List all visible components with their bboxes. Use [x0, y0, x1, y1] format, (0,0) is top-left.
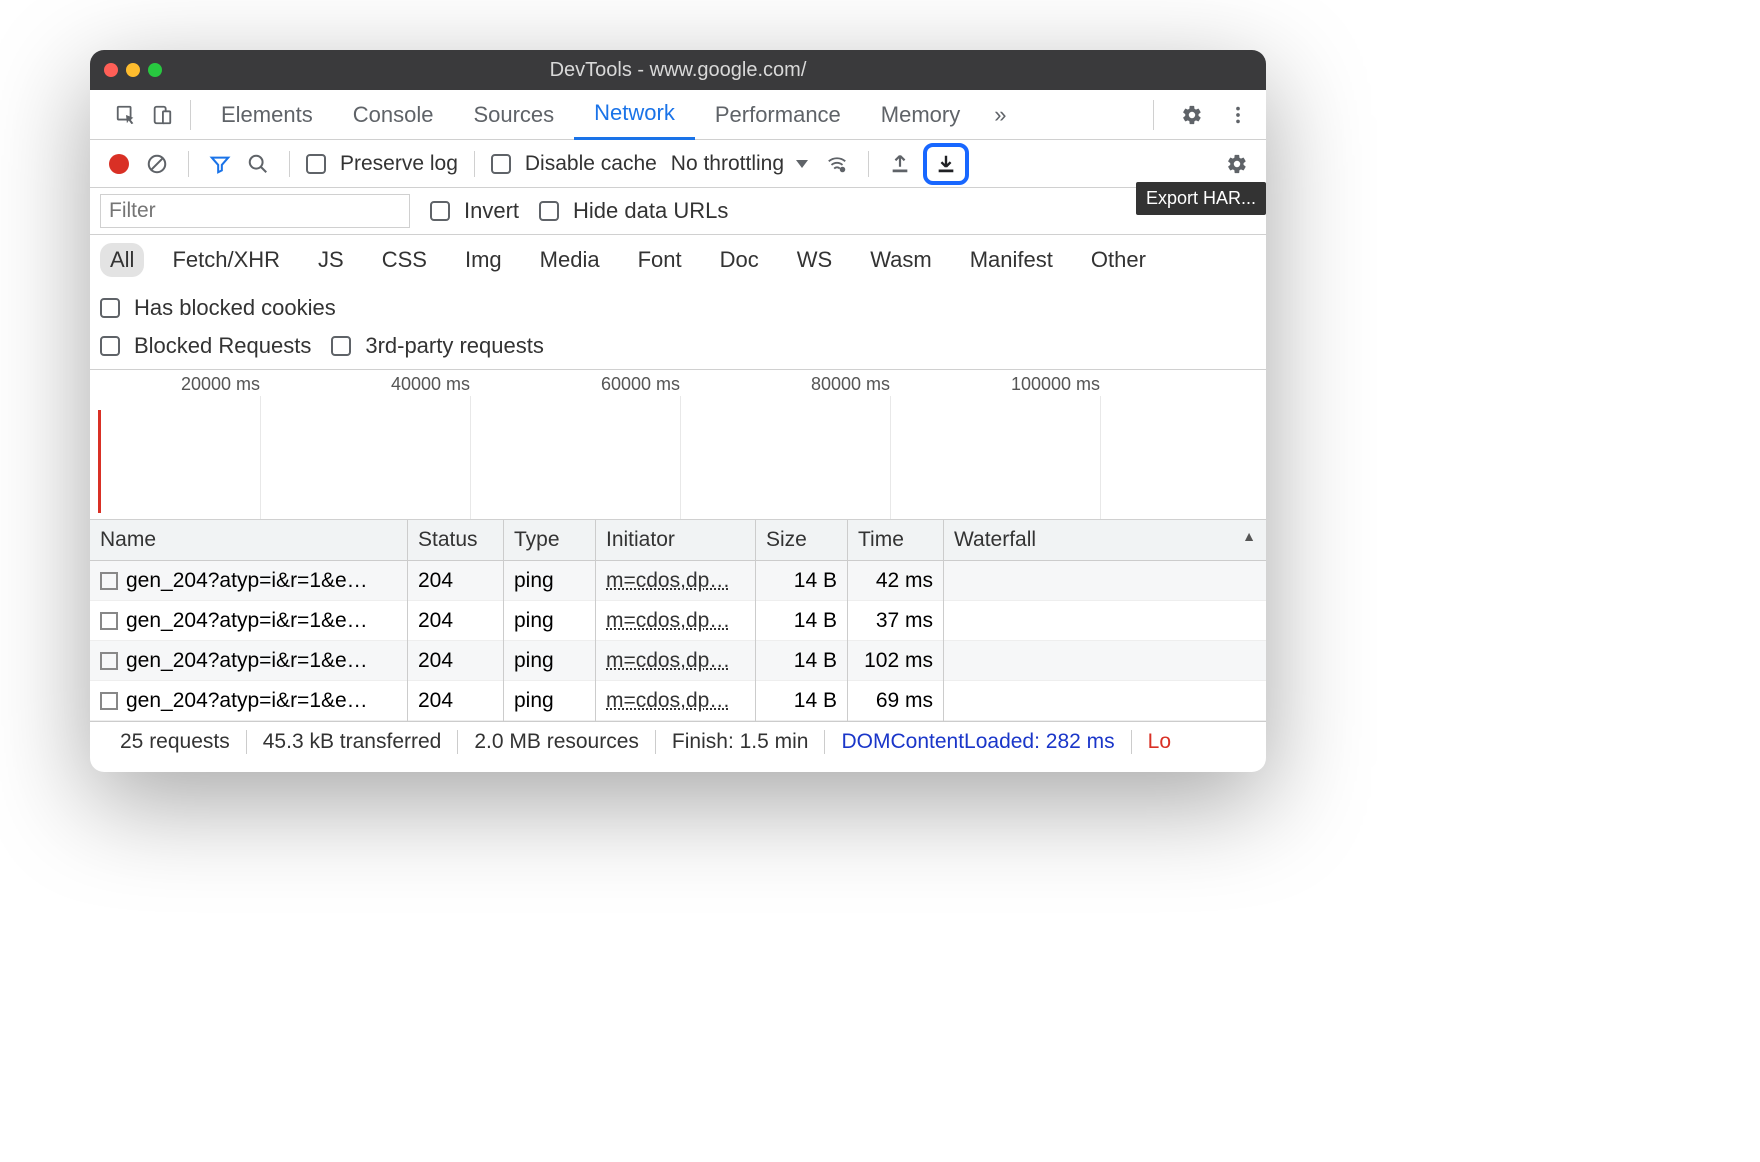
- preserve-log-label: Preserve log: [340, 152, 458, 176]
- clear-button[interactable]: [142, 149, 172, 179]
- export-har-highlight: [923, 143, 969, 185]
- devtools-window: DevTools - www.google.com/ ElementsConso…: [90, 50, 1266, 772]
- table-row[interactable]: gen_204?atyp=i&r=1&e…204pingm=cdos,dp…14…: [90, 641, 1266, 681]
- table-header: Name Status Type Initiator Size Time Wat…: [90, 520, 1266, 561]
- tab-sources[interactable]: Sources: [453, 90, 574, 140]
- timeline-tick: 60000 ms: [601, 374, 680, 395]
- file-icon: [100, 612, 118, 630]
- filter-icon[interactable]: [205, 149, 235, 179]
- filter-chip-manifest[interactable]: Manifest: [960, 243, 1063, 277]
- blocked-requests-checkbox[interactable]: Blocked Requests: [100, 333, 311, 359]
- file-icon: [100, 692, 118, 710]
- filter-input[interactable]: [100, 194, 410, 228]
- filter-chip-wasm[interactable]: Wasm: [860, 243, 942, 277]
- third-party-label: 3rd-party requests: [365, 333, 544, 359]
- preserve-log-checkbox[interactable]: Preserve log: [306, 152, 458, 176]
- network-conditions-icon[interactable]: [822, 149, 852, 179]
- sort-arrow-icon: ▲: [1242, 528, 1256, 544]
- tab-performance[interactable]: Performance: [695, 90, 861, 140]
- status-transferred: 45.3 kB transferred: [247, 730, 459, 754]
- main-tabbar: ElementsConsoleSourcesNetworkPerformance…: [90, 90, 1266, 140]
- timeline-tick: 20000 ms: [181, 374, 260, 395]
- type-filter-row: All Fetch/XHR JS CSS Img Media Font Doc WS Wasm Ma…: [90, 235, 1266, 329]
- filter-chip-fetch-xhr[interactable]: Fetch/XHR: [162, 243, 290, 277]
- table-row[interactable]: gen_204?atyp=i&r=1&e…204pingm=cdos,dp…14…: [90, 681, 1266, 721]
- table-row[interactable]: gen_204?atyp=i&r=1&e…204pingm=cdos,dp…14…: [90, 561, 1266, 601]
- filter-chip-doc[interactable]: Doc: [710, 243, 769, 277]
- has-blocked-cookies-checkbox[interactable]: Has blocked cookies: [100, 295, 336, 321]
- filter-chip-other[interactable]: Other: [1081, 243, 1156, 277]
- col-time[interactable]: Time: [848, 520, 944, 560]
- status-finish: Finish: 1.5 min: [656, 730, 826, 754]
- more-tabs-button[interactable]: »: [980, 102, 1020, 128]
- status-load: Lo: [1132, 730, 1171, 754]
- network-settings-gear-icon[interactable]: [1222, 149, 1252, 179]
- filter-chip-ws[interactable]: WS: [787, 243, 842, 277]
- filter-chip-media[interactable]: Media: [530, 243, 610, 277]
- window-title: DevTools - www.google.com/: [90, 59, 1266, 82]
- status-requests: 25 requests: [104, 730, 247, 754]
- col-name[interactable]: Name: [90, 520, 408, 560]
- disable-cache-label: Disable cache: [525, 152, 657, 176]
- file-icon: [100, 572, 118, 590]
- inspect-element-icon[interactable]: [108, 97, 144, 133]
- hide-data-urls-label: Hide data URLs: [573, 198, 728, 224]
- filter-chip-font[interactable]: Font: [628, 243, 692, 277]
- file-icon: [100, 652, 118, 670]
- filter-chip-img[interactable]: Img: [455, 243, 512, 277]
- settings-gear-icon[interactable]: [1174, 97, 1210, 133]
- status-bar: 25 requests 45.3 kB transferred 2.0 MB r…: [90, 721, 1266, 761]
- col-status[interactable]: Status: [408, 520, 504, 560]
- device-toolbar-icon[interactable]: [144, 97, 180, 133]
- col-initiator[interactable]: Initiator: [596, 520, 756, 560]
- filter-chip-js[interactable]: JS: [308, 243, 354, 277]
- col-type[interactable]: Type: [504, 520, 596, 560]
- col-waterfall[interactable]: Waterfall▲: [944, 520, 1266, 560]
- col-size[interactable]: Size: [756, 520, 848, 560]
- tab-elements[interactable]: Elements: [201, 90, 333, 140]
- third-party-checkbox[interactable]: 3rd-party requests: [331, 333, 544, 359]
- tab-memory[interactable]: Memory: [861, 90, 980, 140]
- kebab-menu-icon[interactable]: [1220, 97, 1256, 133]
- export-har-icon[interactable]: [931, 149, 961, 179]
- timeline-tick: 100000 ms: [1011, 374, 1100, 395]
- timeline-tick: 40000 ms: [391, 374, 470, 395]
- throttling-label: No throttling: [671, 152, 784, 176]
- timeline-overview[interactable]: 20000 ms 40000 ms 60000 ms 80000 ms 100000 m…: [90, 370, 1266, 520]
- timeline-load-marker: [98, 410, 101, 513]
- search-icon[interactable]: [243, 149, 273, 179]
- type-filter-row2: Blocked Requests 3rd-party requests: [90, 329, 1266, 370]
- blocked-requests-label: Blocked Requests: [134, 333, 311, 359]
- filter-bar: Invert Hide data URLs: [90, 188, 1266, 235]
- window-minimize-button[interactable]: [126, 63, 140, 77]
- record-button[interactable]: [104, 149, 134, 179]
- tab-network[interactable]: Network: [574, 90, 695, 140]
- window-close-button[interactable]: [104, 63, 118, 77]
- tab-console[interactable]: Console: [333, 90, 454, 140]
- timeline-tick: 80000 ms: [811, 374, 890, 395]
- request-rows: gen_204?atyp=i&r=1&e…204pingm=cdos,dp…14…: [90, 561, 1266, 721]
- import-har-icon[interactable]: [885, 149, 915, 179]
- titlebar: DevTools - www.google.com/: [90, 50, 1266, 90]
- hide-data-urls-checkbox[interactable]: Hide data URLs: [539, 198, 728, 224]
- table-row[interactable]: gen_204?atyp=i&r=1&e…204pingm=cdos,dp…14…: [90, 601, 1266, 641]
- filter-chip-css[interactable]: CSS: [372, 243, 437, 277]
- status-domcontentloaded: DOMContentLoaded: 282 ms: [825, 730, 1131, 754]
- filter-chip-all[interactable]: All: [100, 243, 144, 277]
- disable-cache-checkbox[interactable]: Disable cache: [491, 152, 657, 176]
- network-toolbar: Preserve log Disable cache No throttling…: [90, 140, 1266, 188]
- invert-label: Invert: [464, 198, 519, 224]
- invert-checkbox[interactable]: Invert: [430, 198, 519, 224]
- chevron-down-icon: [796, 160, 808, 168]
- throttling-dropdown[interactable]: No throttling: [665, 152, 814, 176]
- status-resources: 2.0 MB resources: [458, 730, 656, 754]
- window-maximize-button[interactable]: [148, 63, 162, 77]
- export-har-tooltip: Export HAR...: [1136, 182, 1266, 215]
